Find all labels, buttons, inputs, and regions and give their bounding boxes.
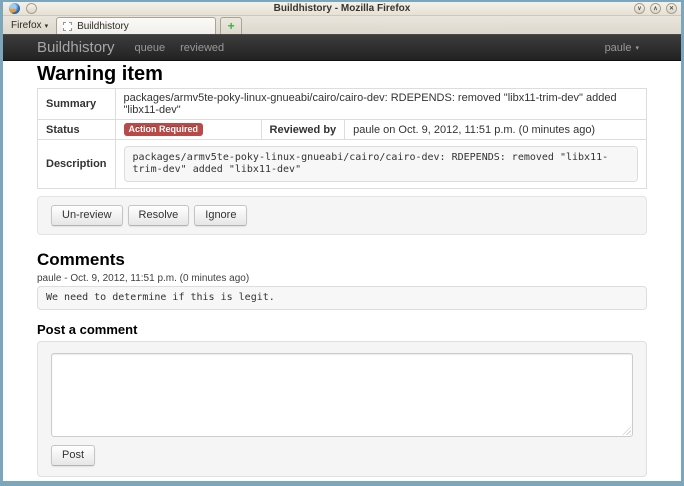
- titlebar: Buildhistory - Mozilla Firefox ∨ ∧ ✕: [3, 2, 681, 16]
- status-label: Status: [38, 120, 116, 140]
- comment-meta: paule - Oct. 9, 2012, 11:51 p.m. (0 minu…: [37, 273, 647, 284]
- tab-buildhistory[interactable]: Buildhistory: [56, 17, 216, 34]
- action-bar: Un-review Resolve Ignore: [37, 196, 647, 235]
- description-code: packages/armv5te-poky-linux-gnueabi/cair…: [124, 146, 638, 182]
- tab-bar: Firefox ▾ Buildhistory +: [3, 16, 681, 34]
- comment-input[interactable]: [51, 353, 633, 437]
- minimize-button[interactable]: ∨: [634, 3, 645, 14]
- comments-heading: Comments: [37, 250, 647, 270]
- table-row-summary: Summary packages/armv5te-poky-linux-gnue…: [38, 89, 647, 120]
- close-button[interactable]: ✕: [666, 3, 677, 14]
- summary-value: packages/armv5te-poky-linux-gnueabi/cair…: [115, 89, 646, 120]
- firefox-icon: [9, 3, 20, 14]
- nav-link-queue[interactable]: queue: [135, 42, 166, 54]
- resolve-button[interactable]: Resolve: [128, 205, 190, 226]
- description-label: Description: [38, 140, 116, 189]
- post-button[interactable]: Post: [51, 445, 95, 466]
- tab-title: Buildhistory: [77, 21, 129, 32]
- reviewed-by-label: Reviewed by: [261, 120, 345, 140]
- new-tab-button[interactable]: +: [220, 17, 242, 34]
- plus-icon: +: [228, 20, 235, 32]
- window-title: Buildhistory - Mozilla Firefox: [3, 2, 681, 15]
- warning-item-table: Summary packages/armv5te-poky-linux-gnue…: [37, 88, 647, 189]
- user-menu[interactable]: paule ▾: [605, 42, 639, 54]
- status-badge: Action Required: [124, 123, 204, 136]
- page-title: Warning item: [37, 64, 647, 85]
- post-comment-panel: Post: [37, 341, 647, 477]
- post-comment-heading: Post a comment: [37, 322, 647, 337]
- firefox-app-menu-label: Firefox: [11, 20, 42, 31]
- table-row-status: Status Action Required Reviewed by paule…: [38, 120, 647, 140]
- close-icon: ✕: [669, 6, 674, 12]
- chevron-down-icon: ▾: [45, 22, 49, 30]
- navbar-brand[interactable]: Buildhistory: [37, 39, 115, 56]
- status-cell: Action Required: [115, 120, 261, 140]
- firefox-app-menu-button[interactable]: Firefox ▾: [9, 20, 54, 34]
- reviewed-by-value: paule on Oct. 9, 2012, 11:51 p.m. (0 min…: [345, 120, 647, 140]
- description-cell: packages/armv5te-poky-linux-gnueabi/cair…: [115, 140, 646, 189]
- site-navbar: Buildhistory queue reviewed paule ▾: [3, 34, 681, 61]
- window-menu-button[interactable]: [26, 3, 37, 14]
- maximize-icon: ∧: [653, 6, 657, 12]
- table-row-description: Description packages/armv5te-poky-linux-…: [38, 140, 647, 189]
- minimize-icon: ∨: [637, 6, 641, 12]
- window-frame: Buildhistory - Mozilla Firefox ∨ ∧ ✕ Fir…: [0, 0, 684, 486]
- favicon-placeholder-icon: [63, 22, 72, 31]
- maximize-button[interactable]: ∧: [650, 3, 661, 14]
- user-name: paule: [605, 42, 632, 54]
- page-content: Warning item Summary packages/armv5te-po…: [3, 61, 681, 481]
- caret-down-icon: ▾: [635, 44, 639, 52]
- ignore-button[interactable]: Ignore: [194, 205, 247, 226]
- unreview-button[interactable]: Un-review: [51, 205, 123, 226]
- nav-link-reviewed[interactable]: reviewed: [180, 42, 224, 54]
- browser-window: Buildhistory - Mozilla Firefox ∨ ∧ ✕ Fir…: [3, 2, 681, 481]
- comment-body: We need to determine if this is legit.: [37, 286, 647, 310]
- summary-label: Summary: [38, 89, 116, 120]
